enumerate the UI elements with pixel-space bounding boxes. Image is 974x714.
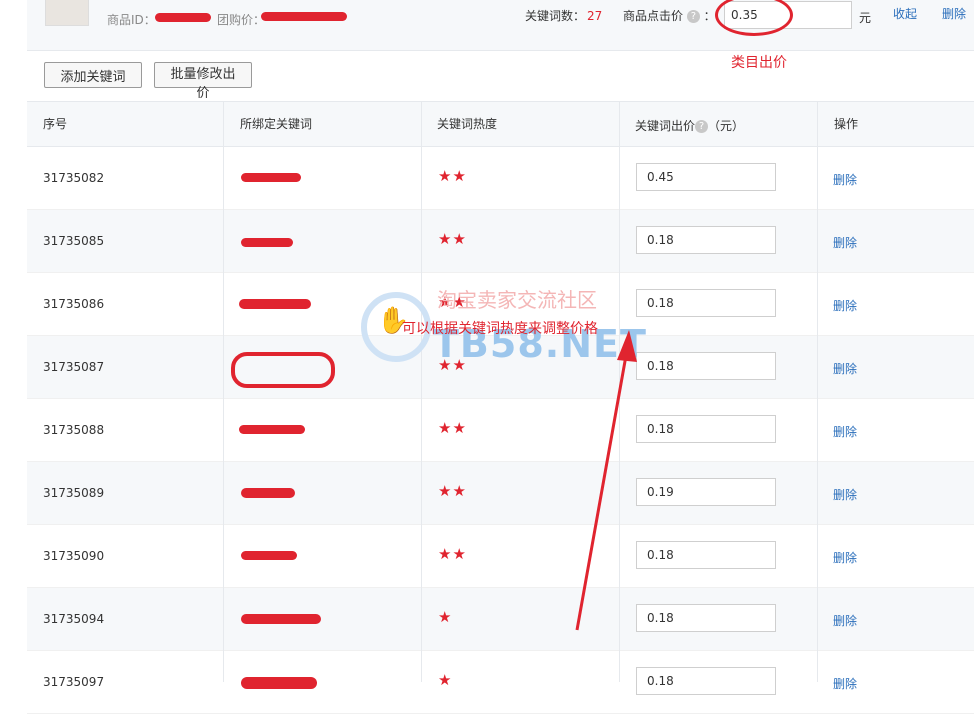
- add-keyword-button[interactable]: 添加关键词: [44, 62, 142, 88]
- heat-stars: ★★: [438, 167, 467, 185]
- table-row: 31735085 ★★ 删除: [27, 210, 974, 273]
- keyword-redacted: [231, 352, 335, 388]
- delete-product-link[interactable]: 删除: [942, 5, 966, 22]
- table-header: 序号 所绑定关键词 关键词热度 关键词出价? （元） 操作: [27, 101, 974, 147]
- heat-stars: ★★: [438, 482, 467, 500]
- product-id-label: 商品ID：: [107, 13, 156, 27]
- bid-input[interactable]: [636, 667, 776, 695]
- redaction-mark: [241, 551, 297, 560]
- bid-input[interactable]: [636, 163, 776, 191]
- header-bid-label: 关键词出价: [635, 119, 696, 133]
- left-gutter: [0, 0, 28, 682]
- header-seq: 序号: [43, 117, 68, 131]
- redaction-mark: [239, 299, 311, 309]
- row-seq: 31735087: [43, 360, 105, 374]
- column-divider: [817, 101, 818, 682]
- keyword-redacted: [237, 484, 317, 500]
- delete-keyword-link[interactable]: 删除: [833, 234, 857, 251]
- delete-keyword-link[interactable]: 删除: [833, 612, 857, 629]
- keyword-count-value: 27: [587, 9, 603, 23]
- table-row: 31735097 ★ 删除: [27, 651, 974, 714]
- keyword-redacted: [237, 169, 317, 185]
- keyword-count-label: 关键词数：: [525, 9, 586, 23]
- row-seq: 31735097: [43, 675, 105, 689]
- heat-stars: ★: [438, 608, 453, 626]
- keyword-redacted: [237, 547, 317, 563]
- row-seq: 31735082: [43, 171, 105, 185]
- heat-stars: ★★: [438, 545, 467, 563]
- row-seq: 31735089: [43, 486, 105, 500]
- keyword-redacted: [237, 610, 321, 626]
- collapse-link[interactable]: 收起: [893, 5, 917, 22]
- header-keyword: 所绑定关键词: [240, 117, 313, 131]
- delete-keyword-link[interactable]: 删除: [833, 423, 857, 440]
- click-price-colon: ：: [703, 9, 716, 23]
- redaction-mark: [241, 677, 317, 689]
- keyword-count: 关键词数： 27: [525, 7, 602, 24]
- red-arrow-annotation: [575, 330, 637, 631]
- help-icon[interactable]: ?: [686, 10, 700, 23]
- header-op: 操作: [834, 117, 859, 131]
- redaction-mark: [241, 488, 295, 498]
- delete-keyword-link[interactable]: 删除: [833, 486, 857, 503]
- keyword-panel: 商品ID： 团购价： 关键词数：27 商品点击价 ? ： 元 收起 删除 类目出…: [27, 0, 974, 714]
- keyword-redacted: [237, 421, 317, 437]
- delete-keyword-link[interactable]: 删除: [833, 360, 857, 377]
- row-seq: 31735088: [43, 423, 105, 437]
- heat-stars: ★: [438, 671, 453, 689]
- redaction-mark: [155, 13, 211, 22]
- batch-edit-bid-button[interactable]: 批量修改出价: [154, 62, 252, 101]
- help-icon[interactable]: ?: [695, 120, 709, 133]
- table-row: 31735089 ★★ 删除: [27, 462, 974, 525]
- row-seq: 31735085: [43, 234, 105, 248]
- delete-keyword-link[interactable]: 删除: [833, 675, 857, 692]
- keyword-redacted: [237, 295, 317, 311]
- redaction-mark: [241, 238, 293, 247]
- row-seq: 31735094: [43, 612, 105, 626]
- keyword-redacted: [237, 673, 317, 689]
- redaction-mark: [239, 425, 305, 434]
- delete-keyword-link[interactable]: 删除: [833, 297, 857, 314]
- redaction-mark: [241, 614, 321, 624]
- row-seq: 31735086: [43, 297, 105, 311]
- bid-input[interactable]: [636, 226, 776, 254]
- redaction-mark: [261, 12, 347, 21]
- table-row: 31735094 ★ 删除: [27, 588, 974, 651]
- click-price-label: 商品点击价: [623, 9, 684, 23]
- unit-label: 元: [859, 11, 872, 25]
- product-thumbnail[interactable]: [45, 0, 89, 26]
- product-info-bar: 商品ID： 团购价： 关键词数：27 商品点击价 ? ： 元 收起 删除: [27, 0, 974, 51]
- column-divider: [223, 101, 224, 682]
- delete-keyword-link[interactable]: 删除: [833, 171, 857, 188]
- redaction-mark: [241, 173, 301, 182]
- header-bid-unit: （元）: [708, 119, 745, 133]
- category-bid-note: 类目出价: [731, 55, 787, 71]
- row-seq: 31735090: [43, 549, 105, 563]
- header-bid: 关键词出价? （元）: [635, 117, 744, 134]
- watermark-top-text: 淘宝卖家交流社区: [437, 288, 597, 312]
- keyword-table: 序号 所绑定关键词 关键词热度 关键词出价? （元） 操作 31735082 ★★…: [27, 101, 974, 714]
- delete-keyword-link[interactable]: 删除: [833, 549, 857, 566]
- header-heat: 关键词热度: [437, 117, 498, 131]
- table-row: 31735088 ★★ 删除: [27, 399, 974, 462]
- heat-stars: ★★: [438, 419, 467, 437]
- keyword-redacted: [237, 232, 317, 248]
- heat-stars: ★★: [438, 230, 467, 248]
- redaction-mark: [231, 352, 335, 388]
- table-row: 31735082 ★★ 删除: [27, 147, 974, 210]
- group-price-label: 团购价：: [217, 13, 266, 27]
- click-price-label-group: 商品点击价 ? ：: [623, 7, 716, 24]
- table-row: 31735090 ★★ 删除: [27, 525, 974, 588]
- column-divider: [421, 101, 422, 682]
